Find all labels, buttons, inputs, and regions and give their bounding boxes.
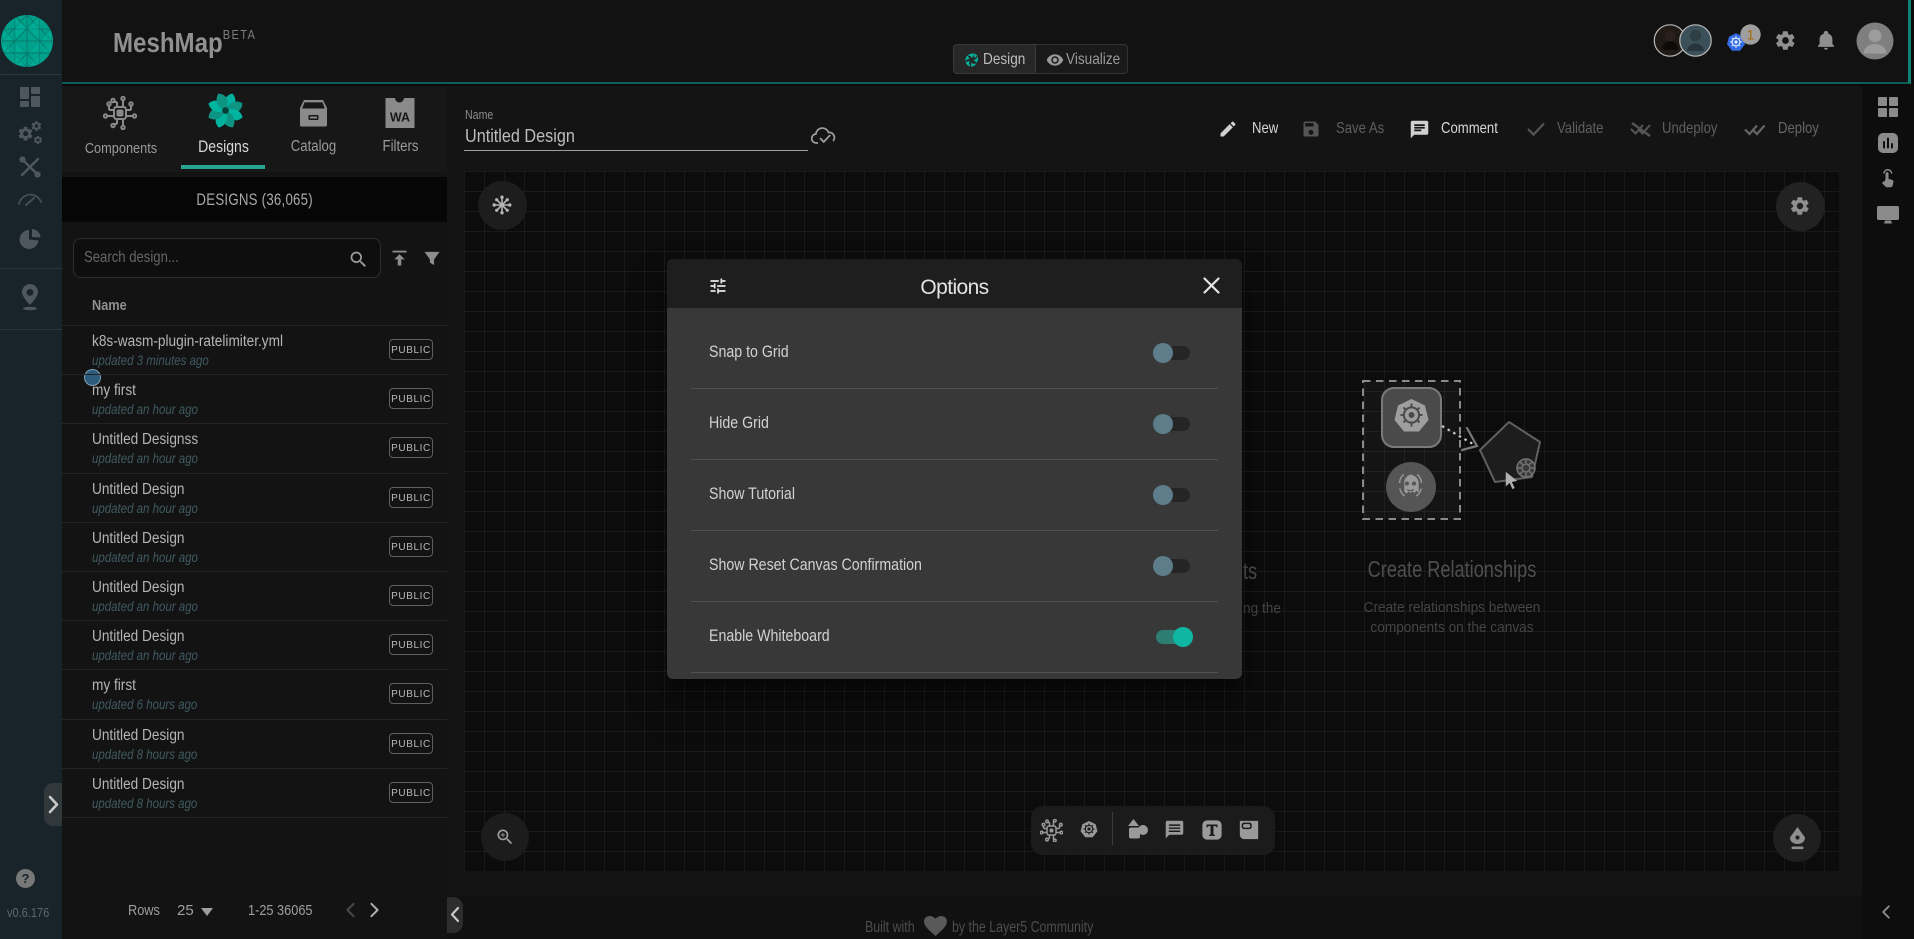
svg-text:WA: WA: [390, 111, 410, 125]
svg-text:1: 1: [1747, 27, 1755, 43]
svg-text:?: ?: [22, 871, 30, 886]
